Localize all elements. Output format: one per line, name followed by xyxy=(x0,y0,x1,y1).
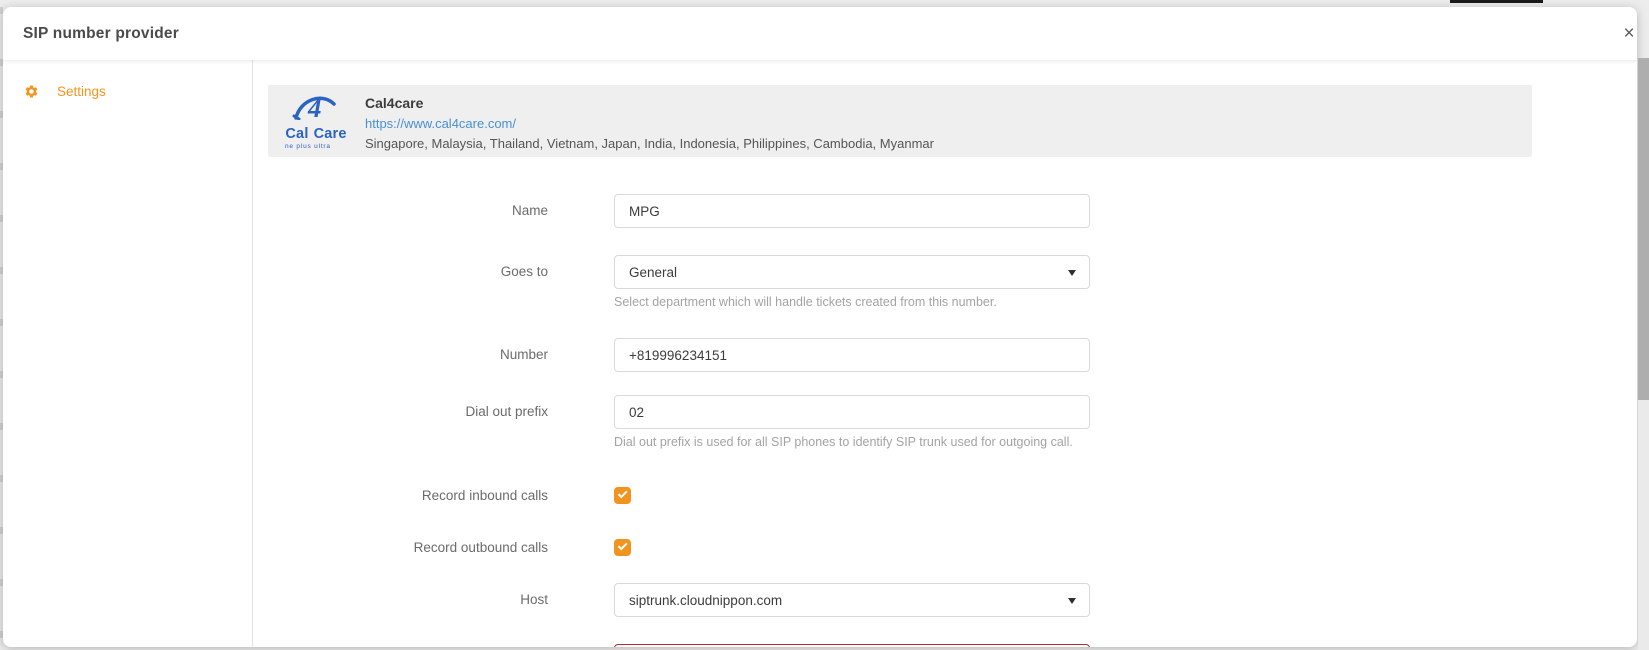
scrollbar-thumb[interactable] xyxy=(1638,58,1649,400)
sidebar-item-label: Settings xyxy=(57,84,106,99)
record-inbound-label: Record inbound calls xyxy=(243,487,548,504)
dial-out-prefix-input[interactable] xyxy=(614,395,1090,429)
host-select[interactable]: siptrunk.cloudnippon.com xyxy=(614,583,1090,617)
provider-banner: 4 Cal Care ne plus ultra Cal4care https:/… xyxy=(268,85,1532,157)
chevron-down-icon xyxy=(1068,598,1076,604)
provider-url-link[interactable]: https://www.cal4care.com/ xyxy=(365,116,934,131)
top-bar-artifact xyxy=(1450,0,1543,3)
logo-word-right: Care xyxy=(314,126,347,142)
name-input[interactable] xyxy=(614,194,1090,228)
close-icon[interactable]: × xyxy=(1615,21,1637,47)
number-label: Number xyxy=(243,338,548,363)
logo-numeral: 4 xyxy=(308,93,322,124)
record-outbound-checkbox[interactable] xyxy=(614,539,631,556)
number-input[interactable] xyxy=(614,338,1090,372)
provider-countries: Singapore, Malaysia, Thailand, Vietnam, … xyxy=(365,136,934,151)
logo-word-left: Cal xyxy=(285,126,308,142)
form-row-record-inbound: Record inbound calls xyxy=(243,487,1143,504)
dial-out-prefix-label: Dial out prefix xyxy=(243,395,548,420)
host-value: siptrunk.cloudnippon.com xyxy=(629,593,782,608)
goes-to-helper: Select department which will handle tick… xyxy=(614,295,1090,309)
form-row-dial-out-prefix: Dial out prefix Dial out prefix is used … xyxy=(243,395,1143,449)
modal-header: SIP number provider × xyxy=(3,7,1637,60)
provider-name: Cal4care xyxy=(365,95,934,111)
chevron-down-icon xyxy=(1068,270,1076,276)
error-field[interactable] xyxy=(614,644,1090,647)
form-row-goes-to: Goes to General Select department which … xyxy=(243,255,1143,309)
cal4care-logo: 4 Cal Care ne plus ultra xyxy=(280,92,352,150)
name-label: Name xyxy=(243,194,548,219)
host-label: Host xyxy=(243,583,548,608)
goes-to-select[interactable]: General xyxy=(614,255,1090,289)
goes-to-value: General xyxy=(629,265,677,280)
logo-tagline: ne plus ultra xyxy=(285,143,331,150)
sidebar-item-settings[interactable]: Settings xyxy=(17,78,227,104)
form-row-host: Host siptrunk.cloudnippon.com xyxy=(243,583,1143,617)
modal-title: SIP number provider xyxy=(23,25,179,43)
goes-to-label: Goes to xyxy=(243,255,548,280)
record-inbound-checkbox[interactable] xyxy=(614,487,631,504)
check-icon xyxy=(617,540,627,550)
dial-out-prefix-helper: Dial out prefix is used for all SIP phon… xyxy=(614,435,1090,449)
gear-icon xyxy=(24,84,39,99)
logo-wordmark: Cal Care xyxy=(280,126,352,142)
record-outbound-label: Record outbound calls xyxy=(243,539,548,556)
form-row-number: Number xyxy=(243,338,1143,372)
form-row-record-outbound: Record outbound calls xyxy=(243,539,1143,556)
provider-text: Cal4care https://www.cal4care.com/ Singa… xyxy=(365,95,934,151)
sip-provider-modal: SIP number provider × Settings 4 Cal Care… xyxy=(3,7,1637,647)
scrollbar-track[interactable] xyxy=(1638,58,1649,650)
check-icon xyxy=(617,488,627,498)
form-row-name: Name xyxy=(243,194,1143,228)
